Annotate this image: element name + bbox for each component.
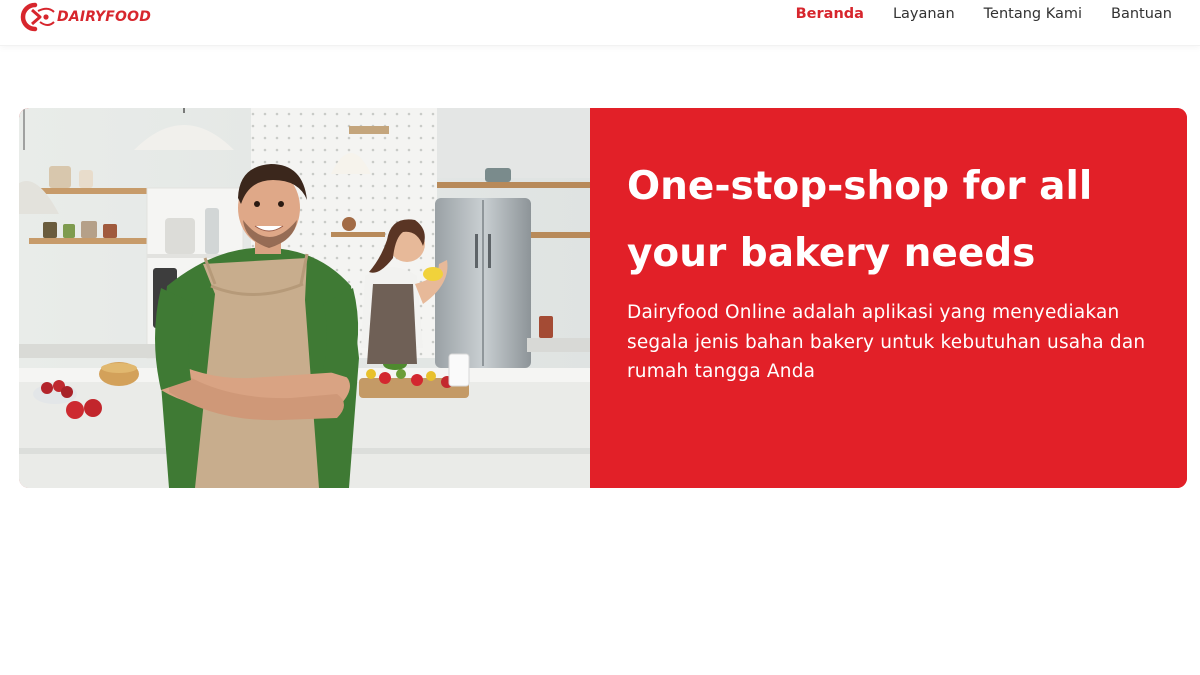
hero-description: Dairyfood Online adalah aplikasi yang me… bbox=[627, 302, 1146, 382]
nav-link-beranda[interactable]: Beranda bbox=[796, 6, 864, 22]
kitchen-chefs-illustration bbox=[19, 108, 590, 488]
main-nav: Beranda Layanan Tentang Kami Bantuan bbox=[767, 6, 1172, 22]
hero-title: One-stop-shop for all your bakery needs bbox=[627, 164, 1093, 276]
brand-logo[interactable]: DAIRYFOOD bbox=[18, 2, 151, 32]
nav-link-layanan[interactable]: Layanan bbox=[893, 6, 955, 22]
nav-link-tentang-kami[interactable]: Tentang Kami bbox=[984, 6, 1082, 22]
top-navbar: DAIRYFOOD Beranda Layanan Tentang Kami B… bbox=[0, 0, 1200, 46]
nav-link-bantuan[interactable]: Bantuan bbox=[1111, 6, 1172, 22]
hero-banner: One-stop-shop for all your bakery needs … bbox=[19, 108, 1187, 488]
dairyfood-logo-icon bbox=[20, 2, 55, 32]
hero-text-panel: One-stop-shop for all your bakery needs … bbox=[590, 108, 1187, 488]
hero-kitchen-image bbox=[19, 108, 590, 488]
brand-name: DAIRYFOOD bbox=[57, 9, 152, 25]
